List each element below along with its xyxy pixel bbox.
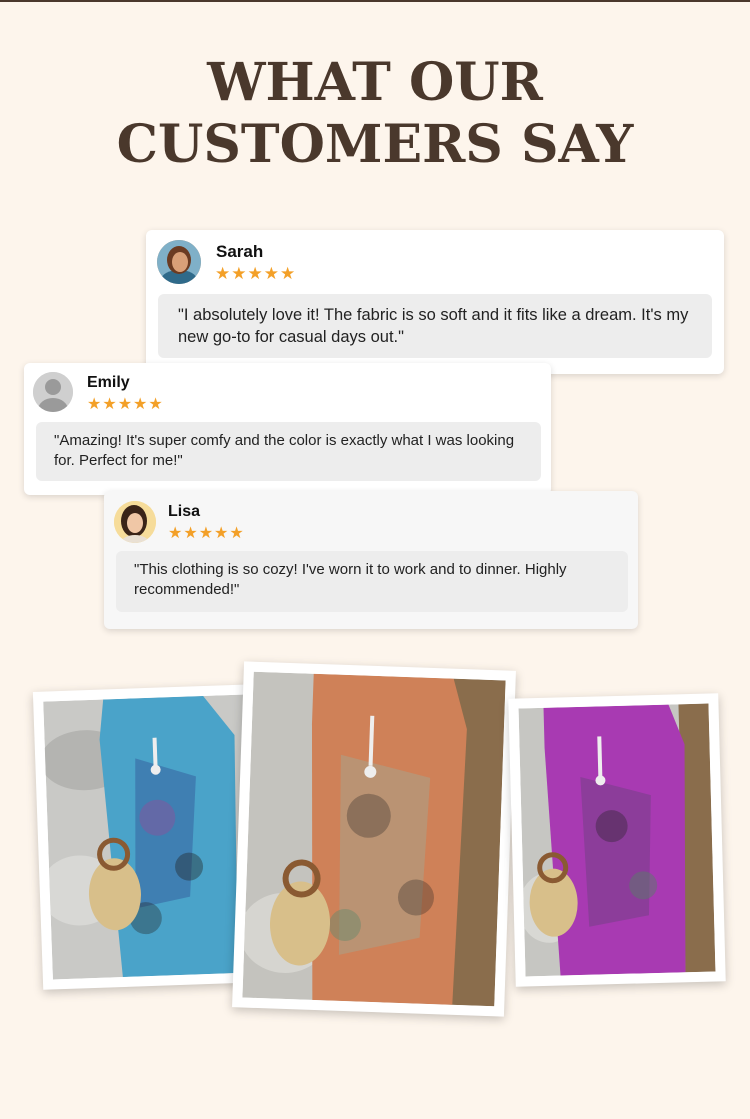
rating-stars-lisa: ★★★★★: [168, 525, 245, 542]
orange-dress-photo-icon: [242, 671, 506, 1007]
avatar-sarah: [157, 240, 201, 284]
page-title-line-1: WHAT OUR: [207, 52, 543, 113]
review-card-emily: Emily ★★★★★ "Amazing! It's super comfy a…: [24, 363, 551, 495]
page-title-line-2: CUSTOMERS SAY: [116, 114, 634, 175]
review-card-lisa: Lisa ★★★★★ "This clothing is so cozy! I'…: [104, 491, 638, 629]
rating-stars-emily: ★★★★★: [87, 396, 164, 413]
reviewer-name-emily: Emily: [87, 374, 130, 391]
reviewer-name-sarah: Sarah: [216, 242, 264, 261]
top-divider: [0, 0, 750, 2]
avatar-lisa: [114, 501, 156, 543]
review-card-sarah: Sarah ★★★★★ "I absolutely love it! The f…: [146, 230, 724, 374]
avatar-emily: [33, 372, 73, 412]
review-text-lisa: "This clothing is so cozy! I've worn it …: [116, 551, 628, 612]
default-user-icon: [33, 372, 73, 412]
blue-dress-photo-icon: [43, 694, 255, 980]
review-text-emily: "Amazing! It's super comfy and the color…: [36, 422, 541, 481]
review-text-sarah: "I absolutely love it! The fabric is so …: [158, 294, 712, 358]
product-photo-orange[interactable]: [232, 661, 516, 1017]
page-title: WHAT OUR CUSTOMERS SAY: [0, 52, 750, 176]
product-photo-purple[interactable]: [508, 693, 726, 987]
reviewer-name-lisa: Lisa: [168, 503, 201, 520]
purple-dress-photo-icon: [518, 703, 716, 977]
rating-stars-sarah: ★★★★★: [215, 264, 297, 283]
product-photo-blue[interactable]: [32, 684, 266, 990]
